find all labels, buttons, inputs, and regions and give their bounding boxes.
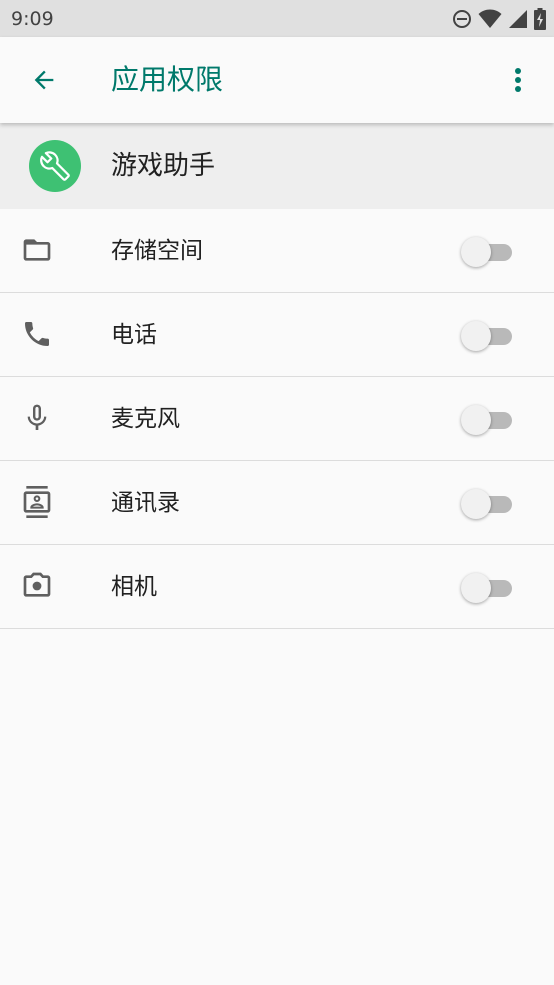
toggle-thumb [461,573,491,603]
more-vert-icon [515,68,521,92]
permission-label: 存储空间 [111,238,203,264]
permission-list: 存储空间 电话 麦克风 通讯录 相机 [0,209,554,629]
microphone-toggle[interactable] [461,403,514,435]
permission-label: 麦克风 [111,406,180,432]
storage-toggle[interactable] [461,235,514,267]
microphone-icon [20,401,54,435]
page-title: 应用权限 [111,63,224,96]
back-button[interactable] [22,58,66,102]
do-not-disturb-icon [453,10,471,28]
status-icons [446,8,546,30]
app-header: 游戏助手 [0,123,554,209]
contacts-icon [20,485,54,519]
permission-label: 通讯录 [111,490,180,516]
toggle-thumb [461,405,491,435]
toggle-thumb [461,489,491,519]
arrow-back-icon [34,70,54,90]
permission-row-microphone[interactable]: 麦克风 [0,377,554,461]
battery-charging-icon [534,8,546,30]
permission-label: 相机 [111,574,157,600]
toolbar: 应用权限 [0,37,554,123]
contacts-toggle[interactable] [461,487,514,519]
permission-row-camera[interactable]: 相机 [0,545,554,629]
app-name: 游戏助手 [111,151,216,181]
folder-icon [20,233,54,267]
status-time: 9:09 [11,8,54,30]
permission-row-phone[interactable]: 电话 [0,293,554,377]
phone-icon [20,317,54,351]
wrench-icon [40,151,70,181]
toggle-thumb [461,237,491,267]
wifi-icon [478,9,502,28]
camera-icon [20,569,54,603]
permission-label: 电话 [111,322,157,348]
app-icon [29,140,81,192]
permission-row-contacts[interactable]: 通讯录 [0,461,554,545]
permission-row-storage[interactable]: 存储空间 [0,209,554,293]
cellular-signal-icon [509,10,527,28]
phone-toggle[interactable] [461,319,514,351]
overflow-menu-button[interactable] [500,58,536,102]
status-bar: 9:09 [0,0,554,37]
toggle-thumb [461,321,491,351]
camera-toggle[interactable] [461,571,514,603]
